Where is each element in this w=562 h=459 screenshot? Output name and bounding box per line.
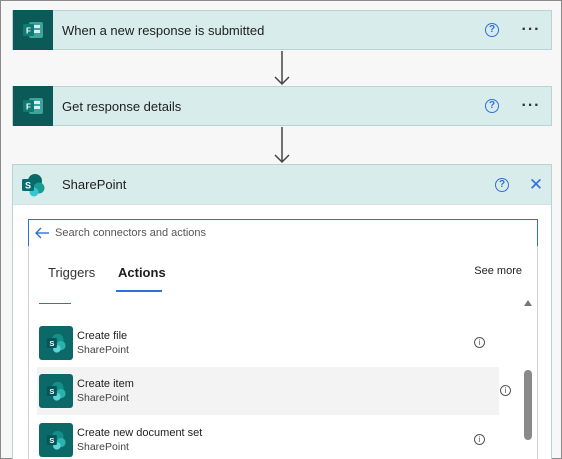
action-create-item[interactable]: S Create item SharePoint i (37, 367, 511, 415)
info-icon[interactable]: i (500, 385, 511, 396)
action-connector: SharePoint (77, 392, 129, 404)
sharepoint-action-picker: S SharePoint ? ✕ Triggers Actions See mo… (12, 164, 552, 459)
results-panel: Triggers Actions See more S Create file … (28, 246, 538, 459)
scroll-up-arrow-icon[interactable] (524, 300, 532, 306)
forms-icon: F (13, 10, 53, 50)
step-when-new-response-submitted[interactable]: F When a new response is submitted ? ··· (12, 10, 552, 50)
sharepoint-header: S SharePoint ? ✕ (13, 165, 551, 205)
help-icon[interactable]: ? (495, 177, 509, 192)
more-options-button[interactable]: ··· (511, 22, 551, 38)
action-name: Create item (77, 378, 134, 390)
svg-text:S: S (49, 436, 54, 445)
svg-text:F: F (26, 103, 31, 112)
action-create-file[interactable]: S Create file SharePoint i (37, 319, 499, 367)
help-icon[interactable]: ? (485, 23, 499, 37)
list-top-indicator (39, 303, 71, 304)
tab-triggers[interactable]: Triggers (48, 265, 95, 280)
svg-text:S: S (25, 180, 31, 190)
step-get-response-details[interactable]: F Get response details ? ··· (12, 86, 552, 126)
close-icon[interactable]: ✕ (521, 175, 551, 195)
action-name: Create new document set (77, 427, 203, 439)
flow-designer-canvas: F When a new response is submitted ? ···… (0, 0, 562, 459)
search-box (28, 219, 538, 247)
see-more-link[interactable]: See more (474, 265, 522, 277)
action-connector: SharePoint (77, 344, 129, 356)
scroll-thumb[interactable] (524, 370, 532, 440)
action-create-new-document-set[interactable]: S Create new document set SharePoint i (37, 416, 499, 459)
action-connector: SharePoint (77, 441, 129, 453)
info-icon[interactable]: i (474, 337, 485, 348)
arrow-left-icon[interactable] (29, 227, 55, 239)
step-title: Get response details (62, 98, 182, 114)
results-scrollbar[interactable] (523, 300, 533, 459)
action-name: Create file (77, 330, 128, 342)
sharepoint-icon: S (39, 374, 73, 408)
help-icon[interactable]: ? (485, 99, 499, 113)
sharepoint-icon: S (13, 165, 53, 205)
sharepoint-icon: S (39, 326, 73, 360)
connector-title: SharePoint (62, 177, 127, 192)
info-icon[interactable]: i (474, 434, 485, 445)
svg-text:S: S (49, 387, 54, 396)
active-tab-indicator (116, 290, 162, 292)
svg-text:S: S (49, 339, 54, 348)
svg-text:F: F (26, 27, 31, 36)
connector-arrow (274, 127, 290, 164)
connector-arrow (274, 51, 290, 86)
tab-actions[interactable]: Actions (118, 265, 166, 280)
more-options-button[interactable]: ··· (511, 98, 551, 114)
step-title: When a new response is submitted (62, 22, 265, 38)
tab-bar: Triggers Actions See more (29, 246, 537, 296)
search-input[interactable] (55, 227, 537, 239)
forms-icon: F (13, 86, 53, 126)
sharepoint-icon: S (39, 423, 73, 457)
